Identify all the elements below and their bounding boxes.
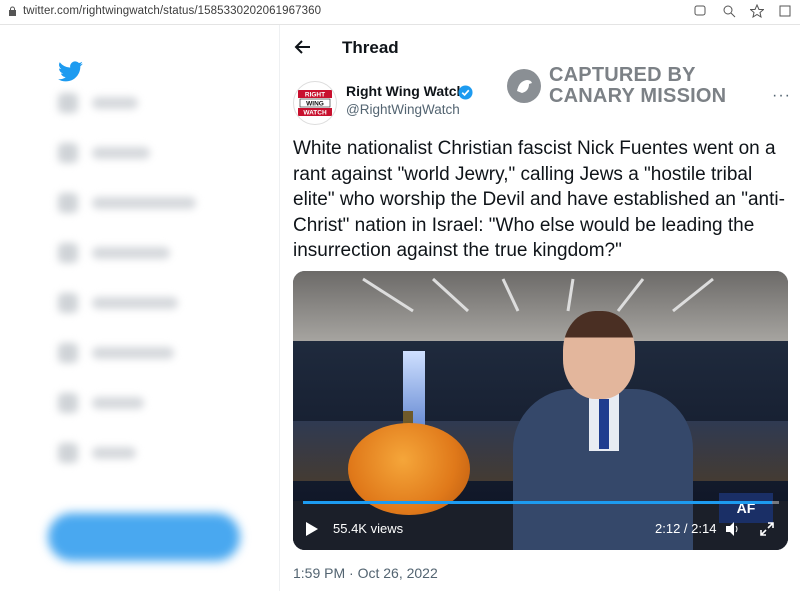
right-wing-watch-logo: RIGHT WING WATCH bbox=[298, 90, 332, 117]
home-icon bbox=[58, 93, 78, 113]
canary-mission-watermark: CAPTURED BY CANARY MISSION bbox=[507, 65, 726, 107]
sidebar-item-messages[interactable] bbox=[58, 242, 170, 264]
bookmark-icon bbox=[58, 293, 78, 313]
verified-badge-icon bbox=[458, 85, 473, 100]
video-progress-fill bbox=[303, 501, 772, 504]
canary-bird-icon bbox=[507, 69, 541, 103]
watermark-line1: CAPTURED BY bbox=[549, 64, 696, 86]
page-title: Thread bbox=[342, 38, 399, 57]
video-channel-logo: AF bbox=[719, 493, 773, 523]
browser-address-bar[interactable]: twitter.com/rightwingwatch/status/158533… bbox=[0, 0, 800, 25]
watermark-line2: CANARY MISSION bbox=[549, 85, 727, 107]
video-ceiling bbox=[293, 271, 788, 341]
video-player[interactable]: AF 55.4K views 2:12 / 2:14 bbox=[293, 271, 788, 550]
author-handle[interactable]: @RightWingWatch bbox=[346, 102, 460, 117]
sidebar-item-more[interactable] bbox=[58, 442, 136, 464]
url-text[interactable]: twitter.com/rightwingwatch/status/158533… bbox=[23, 5, 321, 17]
person-tie bbox=[599, 399, 609, 449]
video-time: 2:12 / 2:14 bbox=[655, 521, 717, 536]
translate-icon[interactable] bbox=[694, 4, 708, 18]
back-arrow-icon[interactable] bbox=[294, 39, 312, 55]
fullscreen-icon[interactable] bbox=[759, 521, 775, 537]
twitter-bird-icon[interactable] bbox=[58, 61, 84, 83]
bell-icon bbox=[58, 193, 78, 213]
volume-icon[interactable] bbox=[725, 521, 741, 537]
explore-icon bbox=[58, 143, 78, 163]
extensions-icon[interactable] bbox=[778, 4, 792, 18]
play-icon[interactable] bbox=[305, 521, 319, 537]
tweet-button[interactable] bbox=[48, 513, 240, 561]
tweet-text: White nationalist Christian fascist Nick… bbox=[293, 138, 785, 261]
person-head bbox=[563, 311, 635, 399]
favorite-star-icon[interactable] bbox=[749, 3, 765, 19]
lock-icon bbox=[9, 6, 16, 16]
more-options-button[interactable]: ··· bbox=[772, 87, 791, 105]
sidebar-item-lists[interactable] bbox=[58, 342, 174, 364]
left-sidebar bbox=[0, 25, 280, 591]
sidebar-item-bookmarks[interactable] bbox=[58, 292, 178, 314]
avatar-text-line: RIGHT bbox=[305, 92, 325, 99]
sidebar-item-home[interactable] bbox=[58, 92, 138, 114]
avatar-text-line: WING bbox=[306, 101, 324, 108]
sidebar-item-profile[interactable] bbox=[58, 392, 144, 414]
thread-column: Thread RIGHT WING WATCH Right Wing Watch… bbox=[280, 25, 800, 591]
zoom-icon[interactable] bbox=[722, 4, 736, 18]
more-circle-icon bbox=[58, 443, 78, 463]
author-name[interactable]: Right Wing Watch bbox=[346, 83, 465, 99]
sidebar-item-notifications[interactable] bbox=[58, 192, 196, 214]
sidebar-item-explore[interactable] bbox=[58, 142, 150, 164]
mail-icon bbox=[58, 243, 78, 263]
profile-icon bbox=[58, 393, 78, 413]
list-icon bbox=[58, 343, 78, 363]
video-progress-bar[interactable] bbox=[303, 501, 779, 504]
avatar[interactable]: RIGHT WING WATCH bbox=[293, 81, 337, 125]
video-view-count: 55.4K views bbox=[333, 521, 404, 536]
tweet-timestamp[interactable]: 1:59 PM · Oct 26, 2022 bbox=[293, 565, 438, 581]
avatar-text-line: WATCH bbox=[303, 110, 327, 117]
